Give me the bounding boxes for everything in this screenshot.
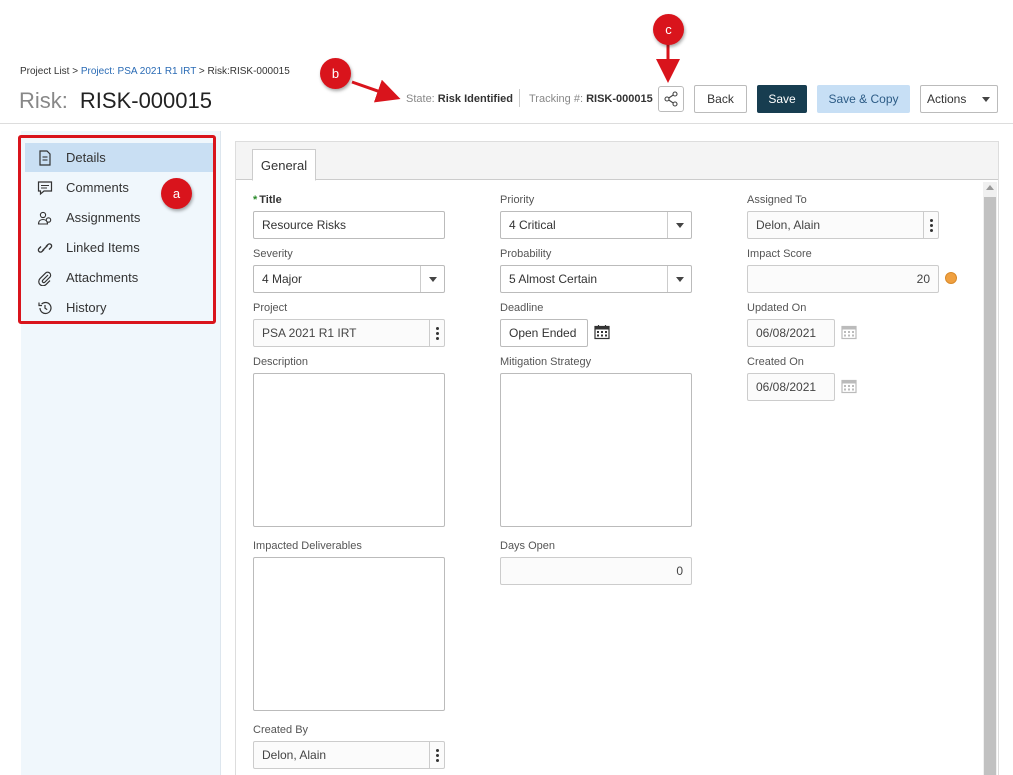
breadcrumb-project-link[interactable]: Project: PSA 2021 R1 IRT <box>81 66 196 77</box>
sidebar-item-label: History <box>66 300 107 315</box>
state-value: Risk Identified <box>437 93 513 105</box>
title-label: * Title <box>253 194 282 206</box>
page-title-id: RISK-000015 <box>79 88 212 113</box>
probability-value: 5 Almost Certain <box>509 272 598 286</box>
project-field[interactable]: PSA 2021 R1 IRT <box>253 319 445 347</box>
header-divider-line <box>0 123 1013 124</box>
updated-on-field: 06/08/2021 <box>747 319 835 347</box>
tab-bar: General <box>236 142 998 181</box>
callout-arrow-b <box>351 79 401 103</box>
sidebar-item-history[interactable]: History <box>25 293 215 322</box>
tab-general[interactable]: General <box>252 149 316 181</box>
save-and-copy-button[interactable]: Save & Copy <box>817 85 910 113</box>
actions-dropdown[interactable]: Actions <box>920 85 998 113</box>
title-label-text: Title <box>259 194 282 206</box>
created-on-label: Created On <box>747 356 804 368</box>
priority-value: 4 Critical <box>509 218 556 232</box>
chevron-down-icon <box>420 266 444 292</box>
comment-icon <box>36 179 54 197</box>
title-input[interactable]: Resource Risks <box>253 211 445 239</box>
priority-select[interactable]: 4 Critical <box>500 211 692 239</box>
deadline-label: Deadline <box>500 302 544 314</box>
calendar-icon <box>841 325 857 340</box>
impact-score-label: Impact Score <box>747 248 812 260</box>
impacted-deliverables-label: Impacted Deliverables <box>253 540 362 552</box>
probability-select[interactable]: 5 Almost Certain <box>500 265 692 293</box>
impacted-deliverables-textarea[interactable] <box>253 557 445 711</box>
page-title-prefix: Risk: <box>19 88 68 113</box>
description-textarea[interactable] <box>253 373 445 527</box>
state-indicator: State: Risk Identified <box>406 93 513 105</box>
sidebar-item-label: Comments <box>66 180 129 195</box>
chevron-down-icon <box>667 266 691 292</box>
severity-label: Severity <box>253 248 293 260</box>
breadcrumb: Project List > Project: PSA 2021 R1 IRT … <box>20 66 290 77</box>
days-open-label: Days Open <box>500 540 556 552</box>
kebab-menu-icon[interactable] <box>923 212 938 238</box>
severity-select[interactable]: 4 Major <box>253 265 445 293</box>
tracking-value: RISK-000015 <box>586 93 653 105</box>
impact-status-dot <box>945 272 957 284</box>
breadcrumb-separator: > <box>69 66 81 77</box>
created-on-field: 06/08/2021 <box>747 373 835 401</box>
share-icon <box>664 91 678 107</box>
header-divider <box>519 89 520 107</box>
mitigation-strategy-label: Mitigation Strategy <box>500 356 592 368</box>
chevron-down-icon <box>982 97 990 102</box>
description-label: Description <box>253 356 309 368</box>
created-by-label: Created By <box>253 724 309 736</box>
kebab-menu-icon[interactable] <box>429 320 444 346</box>
history-icon <box>36 299 54 317</box>
link-icon <box>36 239 54 257</box>
breadcrumb-root[interactable]: Project List <box>20 66 69 77</box>
days-open-field: 0 <box>500 557 692 585</box>
kebab-menu-icon[interactable] <box>429 742 444 768</box>
breadcrumb-separator: > <box>196 66 208 77</box>
assigned-to-label: Assigned To <box>747 194 807 206</box>
assigned-to-value: Delon, Alain <box>756 218 821 232</box>
callout-badge-c: c <box>653 14 684 45</box>
severity-value: 4 Major <box>262 272 303 286</box>
save-button[interactable]: Save <box>757 85 807 113</box>
project-label: Project <box>253 302 288 314</box>
created-by-value: Delon, Alain <box>262 748 327 762</box>
sidebar-item-label: Assignments <box>66 210 141 225</box>
callout-badge-a: a <box>161 178 192 209</box>
back-button[interactable]: Back <box>694 85 747 113</box>
tracking-label: Tracking #: <box>529 93 587 105</box>
scrollbar-thumb[interactable] <box>984 197 996 775</box>
project-value: PSA 2021 R1 IRT <box>262 326 357 340</box>
mitigation-strategy-textarea[interactable] <box>500 373 692 527</box>
sidebar-item-label: Details <box>66 150 106 165</box>
chevron-down-icon <box>667 212 691 238</box>
calendar-icon <box>841 379 857 394</box>
impact-score-field: 20 <box>747 265 939 293</box>
created-by-field[interactable]: Delon, Alain <box>253 741 445 769</box>
page-title: Risk: RISK-000015 <box>19 88 212 114</box>
required-marker: * <box>253 194 258 206</box>
sidebar-item-label: Attachments <box>66 270 139 285</box>
actions-label: Actions <box>927 92 967 106</box>
state-label: State: <box>406 93 438 105</box>
share-button[interactable] <box>658 86 684 112</box>
deadline-input[interactable]: Open Ended <box>500 319 588 347</box>
sidebar-item-label: Linked Items <box>66 240 140 255</box>
priority-label: Priority <box>500 194 535 206</box>
sidebar-item-attachments[interactable]: Attachments <box>25 263 215 292</box>
assigned-to-field[interactable]: Delon, Alain <box>747 211 939 239</box>
probability-label: Probability <box>500 248 552 260</box>
users-icon <box>36 209 54 227</box>
calendar-icon[interactable] <box>594 324 610 340</box>
updated-on-label: Updated On <box>747 302 807 314</box>
sidebar: Details Comments Assignments Linked Item… <box>21 131 221 775</box>
paperclip-icon <box>36 269 54 287</box>
scroll-up-arrow-icon[interactable] <box>986 185 994 190</box>
tracking-number: Tracking #: RISK-000015 <box>529 93 653 105</box>
callout-badge-b: b <box>320 58 351 89</box>
sidebar-item-details[interactable]: Details <box>25 143 215 172</box>
breadcrumb-current: Risk:RISK-000015 <box>207 66 290 77</box>
document-icon <box>36 149 54 167</box>
sidebar-item-linked-items[interactable]: Linked Items <box>25 233 215 262</box>
sidebar-item-assignments[interactable]: Assignments <box>25 203 215 232</box>
